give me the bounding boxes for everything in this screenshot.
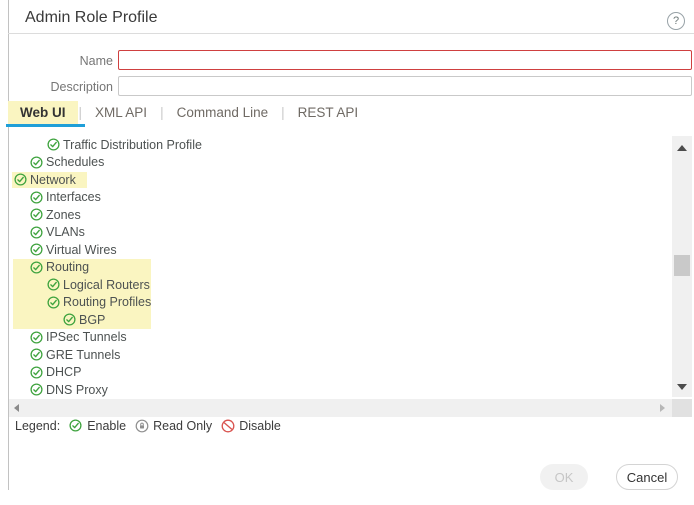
cancel-button[interactable]: Cancel <box>616 464 678 490</box>
scroll-up-arrow-icon[interactable] <box>677 145 687 151</box>
tree-item-label: Virtual Wires <box>46 243 117 257</box>
tree-item-traffic-distribution-profile[interactable]: Traffic Distribution Profile <box>9 136 672 154</box>
enable-check-icon[interactable] <box>30 348 43 361</box>
tree-item-label: VLANs <box>46 225 85 239</box>
tree-item-label: Interfaces <box>46 190 101 204</box>
tree-item-interfaces[interactable]: Interfaces <box>9 189 672 207</box>
enable-check-icon[interactable] <box>30 226 43 239</box>
tree-item-label: Schedules <box>46 155 104 169</box>
enable-check-icon[interactable] <box>30 191 43 204</box>
help-icon[interactable]: ? <box>667 12 685 30</box>
tab-command-line[interactable]: Command Line <box>165 101 281 124</box>
enable-check-icon[interactable] <box>30 261 43 274</box>
enable-check-icon <box>69 419 83 433</box>
enable-check-icon[interactable] <box>30 208 43 221</box>
legend: Legend: Enable Read Only Disable <box>15 418 281 434</box>
legend-item-disable: Disable <box>221 419 281 433</box>
scroll-down-arrow-icon[interactable] <box>677 384 687 390</box>
vertical-scrollbar[interactable] <box>672 136 692 397</box>
legend-item-label: Enable <box>87 419 126 433</box>
tree-item-label: IPSec Tunnels <box>46 330 127 344</box>
tree-item-dns-proxy[interactable]: DNS Proxy <box>9 381 672 398</box>
title-divider <box>8 33 694 34</box>
description-label: Description <box>8 80 113 94</box>
tree-item-routing-profiles[interactable]: Routing Profiles <box>9 294 672 312</box>
name-input[interactable] <box>118 50 692 70</box>
legend-item-label: Disable <box>239 419 281 433</box>
enable-check-icon[interactable] <box>63 313 76 326</box>
tree-item-label: BGP <box>79 313 105 327</box>
tab-rest-api[interactable]: REST API <box>286 101 371 124</box>
tree-item-label: Logical Routers <box>63 278 150 292</box>
tab-xml-api[interactable]: XML API <box>83 101 159 124</box>
tree-item-logical-routers[interactable]: Logical Routers <box>9 276 672 294</box>
tree-item-schedules[interactable]: Schedules <box>9 154 672 172</box>
enable-check-icon[interactable] <box>30 156 43 169</box>
tree-item-label: DHCP <box>46 365 81 379</box>
enable-check-icon[interactable] <box>30 331 43 344</box>
name-label: Name <box>8 54 113 68</box>
tree-item-gre-tunnels[interactable]: GRE Tunnels <box>9 346 672 364</box>
tab-web-ui[interactable]: Web UI <box>8 101 78 124</box>
tree-item-label: Network <box>30 173 76 187</box>
tree-item-label: DNS Proxy <box>46 383 108 397</box>
legend-title: Legend: <box>15 419 60 433</box>
scroll-right-arrow-icon[interactable] <box>660 404 665 412</box>
legend-item-read-only: Read Only <box>135 419 212 433</box>
permissions-tree: Traffic Distribution Profile Schedules N… <box>9 136 672 398</box>
tree-item-routing[interactable]: Routing <box>9 259 672 277</box>
enable-check-icon[interactable] <box>47 296 60 309</box>
enable-check-icon[interactable] <box>30 366 43 379</box>
legend-item-enable: Enable <box>69 419 126 433</box>
tree-item-zones[interactable]: Zones <box>9 206 672 224</box>
tree-item-label: Routing <box>46 260 89 274</box>
enable-check-icon[interactable] <box>30 383 43 396</box>
tree-item-vlans[interactable]: VLANs <box>9 224 672 242</box>
tree-item-label: Traffic Distribution Profile <box>63 138 202 152</box>
dialog-title: Admin Role Profile <box>25 9 158 27</box>
scrollbar-corner <box>672 399 692 417</box>
legend-item-label: Read Only <box>153 419 212 433</box>
tree-item-network[interactable]: Network <box>9 171 672 189</box>
enable-check-icon[interactable] <box>14 173 27 186</box>
vertical-scrollbar-thumb[interactable] <box>674 255 690 276</box>
enable-check-icon[interactable] <box>47 278 60 291</box>
disable-icon <box>221 419 235 433</box>
tree-item-label: Zones <box>46 208 81 222</box>
tree-item-label: GRE Tunnels <box>46 348 120 362</box>
enable-check-icon[interactable] <box>30 243 43 256</box>
ok-button[interactable]: OK <box>540 464 588 490</box>
tree-item-label: Routing Profiles <box>63 295 151 309</box>
description-input[interactable] <box>118 76 692 96</box>
tree-item-dhcp[interactable]: DHCP <box>9 364 672 382</box>
tab-bar: Web UI|XML API|Command Line|REST API <box>8 101 370 124</box>
scroll-left-arrow-icon[interactable] <box>14 404 19 412</box>
tree-item-virtual-wires[interactable]: Virtual Wires <box>9 241 672 259</box>
horizontal-scrollbar[interactable] <box>9 399 672 417</box>
read-only-lock-icon <box>135 419 149 433</box>
tree-item-bgp[interactable]: BGP <box>9 311 672 329</box>
enable-check-icon[interactable] <box>47 138 60 151</box>
tree-item-ipsec-tunnels[interactable]: IPSec Tunnels <box>9 329 672 347</box>
